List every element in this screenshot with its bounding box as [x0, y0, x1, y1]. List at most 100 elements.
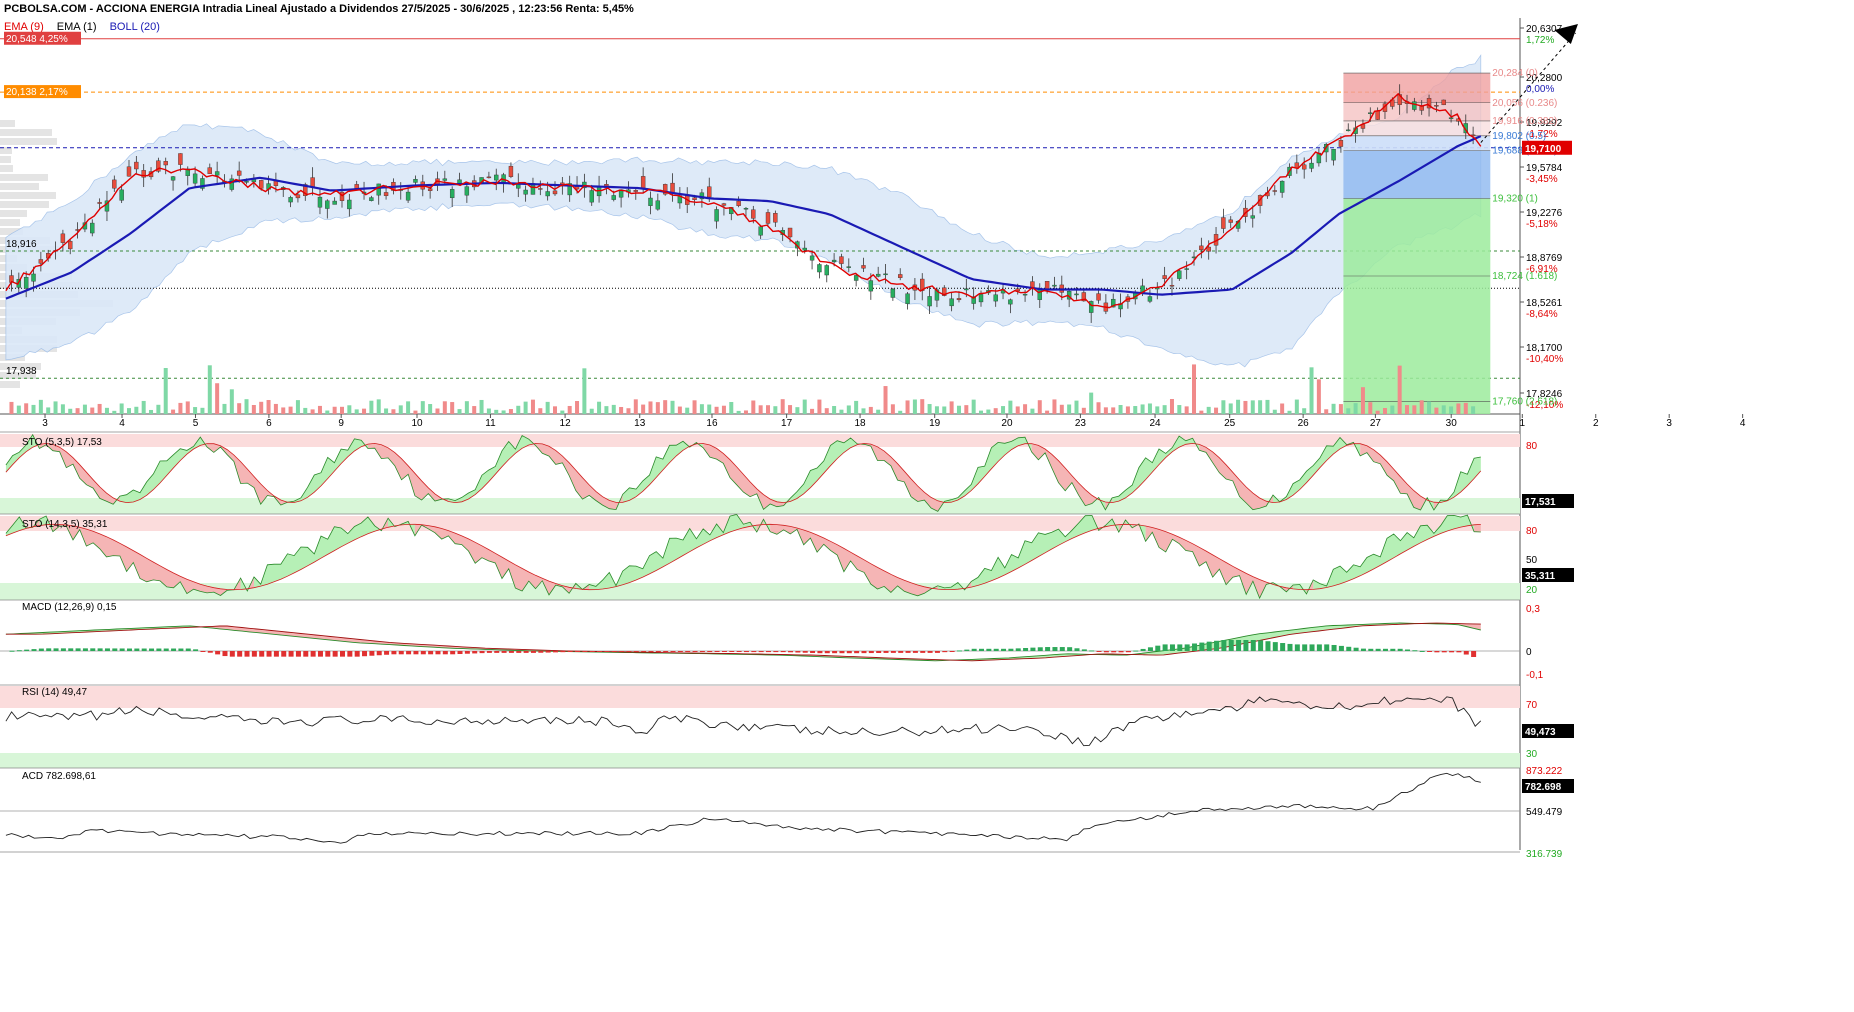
macd-histogram-bar	[633, 651, 639, 652]
volume-bar	[1471, 406, 1476, 414]
volume-bar	[633, 399, 638, 414]
sto1-level-80: 80	[1526, 441, 1538, 452]
volume-bar	[1265, 399, 1270, 414]
candle-body	[317, 196, 323, 208]
volume-bar	[1030, 408, 1035, 414]
macd-histogram-bar	[942, 651, 948, 653]
volume-bar	[1309, 367, 1314, 414]
volume-bar	[685, 407, 690, 414]
macd-histogram-bar	[707, 651, 713, 652]
y-tick-pct: -10,40%	[1526, 354, 1563, 365]
macd-histogram-bar	[1236, 640, 1242, 651]
macd-histogram-bar	[31, 649, 37, 651]
candle-body	[773, 213, 778, 223]
macd-histogram-bar	[1228, 640, 1234, 651]
candle-body	[413, 179, 418, 183]
volume-profile-bar	[0, 138, 57, 145]
candle-body	[134, 161, 139, 170]
volume-bar	[780, 399, 785, 414]
candle-body	[883, 273, 888, 276]
volume-bar	[523, 401, 528, 414]
volume-bar	[817, 399, 822, 414]
macd-histogram-bar	[721, 651, 727, 652]
volume-bar	[729, 401, 734, 414]
macd-histogram-bar	[112, 648, 118, 651]
volume-bar	[1441, 405, 1446, 414]
candle-body	[956, 298, 962, 301]
candle-body	[23, 277, 29, 289]
volume-bar	[751, 400, 756, 414]
macd-histogram-bar	[692, 651, 698, 652]
macd-histogram-bar	[1449, 651, 1455, 653]
volume-bar	[766, 405, 771, 414]
volume-bar	[362, 408, 367, 414]
volume-bar	[1353, 403, 1358, 414]
volume-bar	[788, 405, 793, 414]
volume-bar	[119, 403, 124, 414]
macd-histogram-bar	[1265, 641, 1271, 651]
candle-body	[707, 186, 712, 198]
candle-body	[824, 265, 829, 276]
fib-zone-green	[1343, 198, 1491, 414]
macd-histogram-bar	[1419, 650, 1425, 652]
candle-body	[1169, 285, 1175, 287]
macd-histogram-bar	[90, 648, 96, 651]
volume-bar	[178, 402, 183, 414]
macd-histogram-bar	[1096, 651, 1102, 652]
volume-bar	[677, 406, 682, 414]
volume-bar	[325, 410, 330, 414]
volume-bar	[648, 401, 653, 414]
volume-bar	[97, 403, 102, 414]
volume-bar	[163, 368, 168, 414]
macd-histogram-bar	[589, 651, 595, 652]
macd-histogram-bar	[1360, 648, 1366, 651]
candle-body	[817, 264, 822, 273]
volume-bar	[1331, 403, 1336, 414]
volume-bar	[259, 401, 264, 414]
macd-histogram-bar	[171, 648, 177, 651]
macd-histogram-bar	[1001, 648, 1007, 651]
macd-histogram-bar	[420, 651, 426, 655]
candle-body	[369, 197, 374, 201]
candle-body	[802, 247, 807, 251]
candle-body	[1294, 162, 1300, 168]
volume-bar	[222, 403, 227, 414]
acd-level-top: 873.222	[1526, 766, 1563, 777]
x-tick-label: 5	[193, 418, 199, 429]
volume-bar	[1302, 408, 1307, 414]
volume-bar	[773, 406, 778, 414]
volume-bar	[1382, 408, 1387, 414]
macd-histogram-bar	[1250, 640, 1256, 651]
macd-histogram-bar	[237, 651, 243, 657]
volume-bar	[112, 410, 117, 414]
candle-body	[288, 197, 293, 203]
volume-bar	[1280, 403, 1285, 414]
volume-bar	[457, 409, 462, 414]
sto1-label: STO (5,3,5) 17,53	[22, 437, 102, 448]
volume-bar	[229, 389, 234, 414]
volume-bar	[1067, 404, 1072, 414]
candle-body	[1448, 117, 1454, 119]
macd-histogram-bar	[244, 651, 250, 657]
candle-body	[1272, 190, 1278, 192]
macd-histogram-bar	[442, 651, 448, 655]
volume-bar	[1294, 399, 1299, 414]
macd-histogram-bar	[604, 651, 610, 652]
candle-body	[839, 256, 844, 264]
volume-bar	[986, 409, 991, 414]
macd-histogram-bar	[24, 649, 30, 651]
macd-histogram-bar	[1214, 640, 1220, 651]
volume-bar	[413, 410, 418, 414]
volume-bar	[398, 405, 403, 414]
volume-bar	[384, 408, 389, 414]
volume-bar	[1405, 405, 1410, 414]
y-tick-pct: -3,45%	[1526, 174, 1558, 185]
volume-bar	[641, 404, 646, 414]
volume-bar	[832, 406, 837, 414]
macd-histogram-bar	[1008, 648, 1014, 651]
price-chart[interactable]: 3 4 5 6 9 10 11 12 13 16 17 18 19 20 23 24 25 26 27 30 1 2 3 42…	[0, 0, 1854, 1012]
volume-bar	[391, 409, 396, 414]
volume-bar	[1184, 406, 1189, 414]
x-tick-label: 6	[266, 418, 272, 429]
macd-histogram-bar	[406, 651, 412, 655]
